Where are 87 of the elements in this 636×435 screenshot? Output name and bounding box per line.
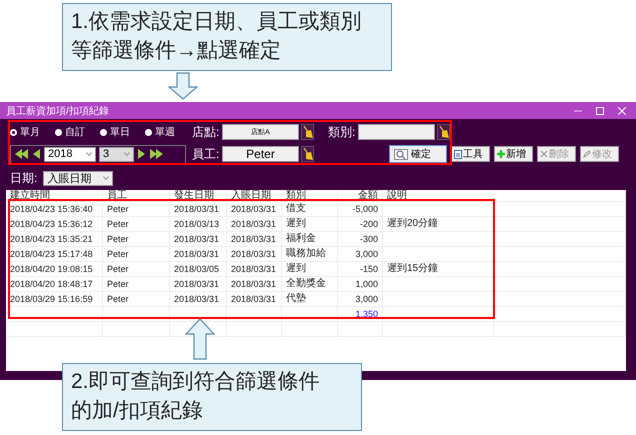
table-cell: 2018/03/31: [170, 202, 227, 216]
toolbar-button[interactable]: 新增: [494, 146, 533, 162]
table-cell: 2018/03/31: [170, 277, 227, 291]
table-cell: 2018/03/31: [227, 217, 282, 231]
table-cell: 3,000: [338, 292, 383, 306]
total-amount: 1,350: [338, 307, 383, 321]
date-label: 日期:: [10, 170, 38, 186]
column-header[interactable]: 入賬日期: [227, 190, 282, 201]
cross-icon: [540, 150, 548, 158]
table-cell: 2018/03/31: [170, 247, 227, 261]
list-icon: [454, 150, 462, 158]
table-cell: 2018/03/13: [170, 217, 227, 231]
table-cell: Peter: [103, 217, 170, 231]
column-header[interactable]: 發生日期: [170, 190, 227, 201]
magnifier-icon: [394, 148, 408, 160]
table-cell: 全勤獎金: [282, 277, 338, 291]
window-title: 員工薪資加項/扣項紀錄: [6, 104, 110, 118]
table-cell: 遲到20分鐘: [383, 217, 494, 231]
table-cell: 3,000: [338, 247, 383, 261]
employee-label: 員工:: [192, 146, 220, 162]
table-cell: 2018/03/31: [170, 292, 227, 306]
table-cell: 2018/03/31: [227, 202, 282, 216]
toolbar-button[interactable]: 工具: [451, 146, 490, 162]
pencil-icon: [583, 150, 591, 158]
table-cell: 2018/04/23 15:17:48: [6, 247, 103, 261]
table-cell: 借支: [282, 202, 338, 216]
table-cell: 2018/03/31: [227, 247, 282, 261]
table-cell: Peter: [103, 232, 170, 246]
year-select[interactable]: 2018: [44, 146, 96, 162]
radio-option[interactable]: 單月: [10, 125, 55, 139]
next-icon[interactable]: [137, 148, 146, 160]
broom-icon[interactable]: [301, 146, 314, 162]
close-icon[interactable]: [618, 106, 626, 114]
plus-icon: [497, 150, 505, 158]
table-cell: 福利金: [282, 232, 338, 246]
column-header[interactable]: 類別: [282, 190, 338, 201]
confirm-button[interactable]: 確定: [389, 145, 447, 163]
table-cell: 2018/03/31: [170, 232, 227, 246]
table-cell: 遲到15分鐘: [383, 262, 494, 276]
radio-option[interactable]: 單週: [145, 125, 190, 139]
callout-text: 等篩選條件→點選確定: [71, 38, 282, 64]
table-cell: -300: [338, 232, 383, 246]
table-cell: 2018/03/31: [227, 292, 282, 306]
table-cell: 2018/03/31: [227, 232, 282, 246]
table-cell: 遲到: [282, 262, 338, 276]
callout-text: 的加/扣項紀錄: [71, 398, 204, 424]
table-cell: 2018/04/23 15:36:12: [6, 217, 103, 231]
maximize-icon[interactable]: [596, 106, 604, 114]
rewind-icon[interactable]: [14, 148, 29, 160]
table-cell: -5,000: [338, 202, 383, 216]
table-cell: Peter: [103, 202, 170, 216]
minimize-icon[interactable]: [574, 110, 582, 112]
radio-option[interactable]: 自訂: [55, 125, 100, 139]
table-cell: 1,000: [338, 277, 383, 291]
column-header[interactable]: 說明: [383, 190, 494, 201]
callout-text: 2.即可查詢到符合篩選條件: [71, 369, 321, 395]
table-cell: 2018/03/31: [227, 262, 282, 276]
table-cell: Peter: [103, 292, 170, 306]
previous-icon[interactable]: [32, 148, 41, 160]
table-cell: Peter: [103, 262, 170, 276]
table-cell: 職務加給: [282, 247, 338, 261]
store-label: 店點:: [192, 124, 220, 140]
chevron-down-icon[interactable]: [86, 152, 92, 156]
table-cell: -150: [338, 262, 383, 276]
table-cell: 2018/03/05: [170, 262, 227, 276]
column-header[interactable]: 金額: [338, 190, 383, 201]
broom-icon[interactable]: [437, 124, 450, 140]
table-cell: -200: [338, 217, 383, 231]
table-cell: Peter: [103, 247, 170, 261]
table-cell: 2018/04/23 15:35:21: [6, 232, 103, 246]
callout-text: 1.依需求設定日期、員工或類別: [71, 9, 363, 35]
category-label: 類別:: [328, 124, 356, 140]
category-field[interactable]: [358, 124, 435, 140]
table-cell: 代墊: [282, 292, 338, 306]
fast-forward-icon[interactable]: [149, 148, 164, 160]
date-type-select[interactable]: 入賬日期: [43, 170, 114, 186]
table-cell: 2018/03/31: [227, 277, 282, 291]
table-cell: 2018/04/20 19:08:15: [6, 262, 103, 276]
month-select[interactable]: 3: [99, 146, 134, 162]
table-cell: 2018/03/29 15:16:59: [6, 292, 103, 306]
broom-icon[interactable]: [301, 124, 314, 140]
radio-option[interactable]: 單日: [100, 125, 145, 139]
table-cell: Peter: [103, 277, 170, 291]
table-cell: 2018/04/23 15:36:40: [6, 202, 103, 216]
table-cell: 2018/04/20 18:48:17: [6, 277, 103, 291]
employee-field[interactable]: Peter: [222, 146, 299, 162]
table-cell: 遲到: [282, 217, 338, 231]
